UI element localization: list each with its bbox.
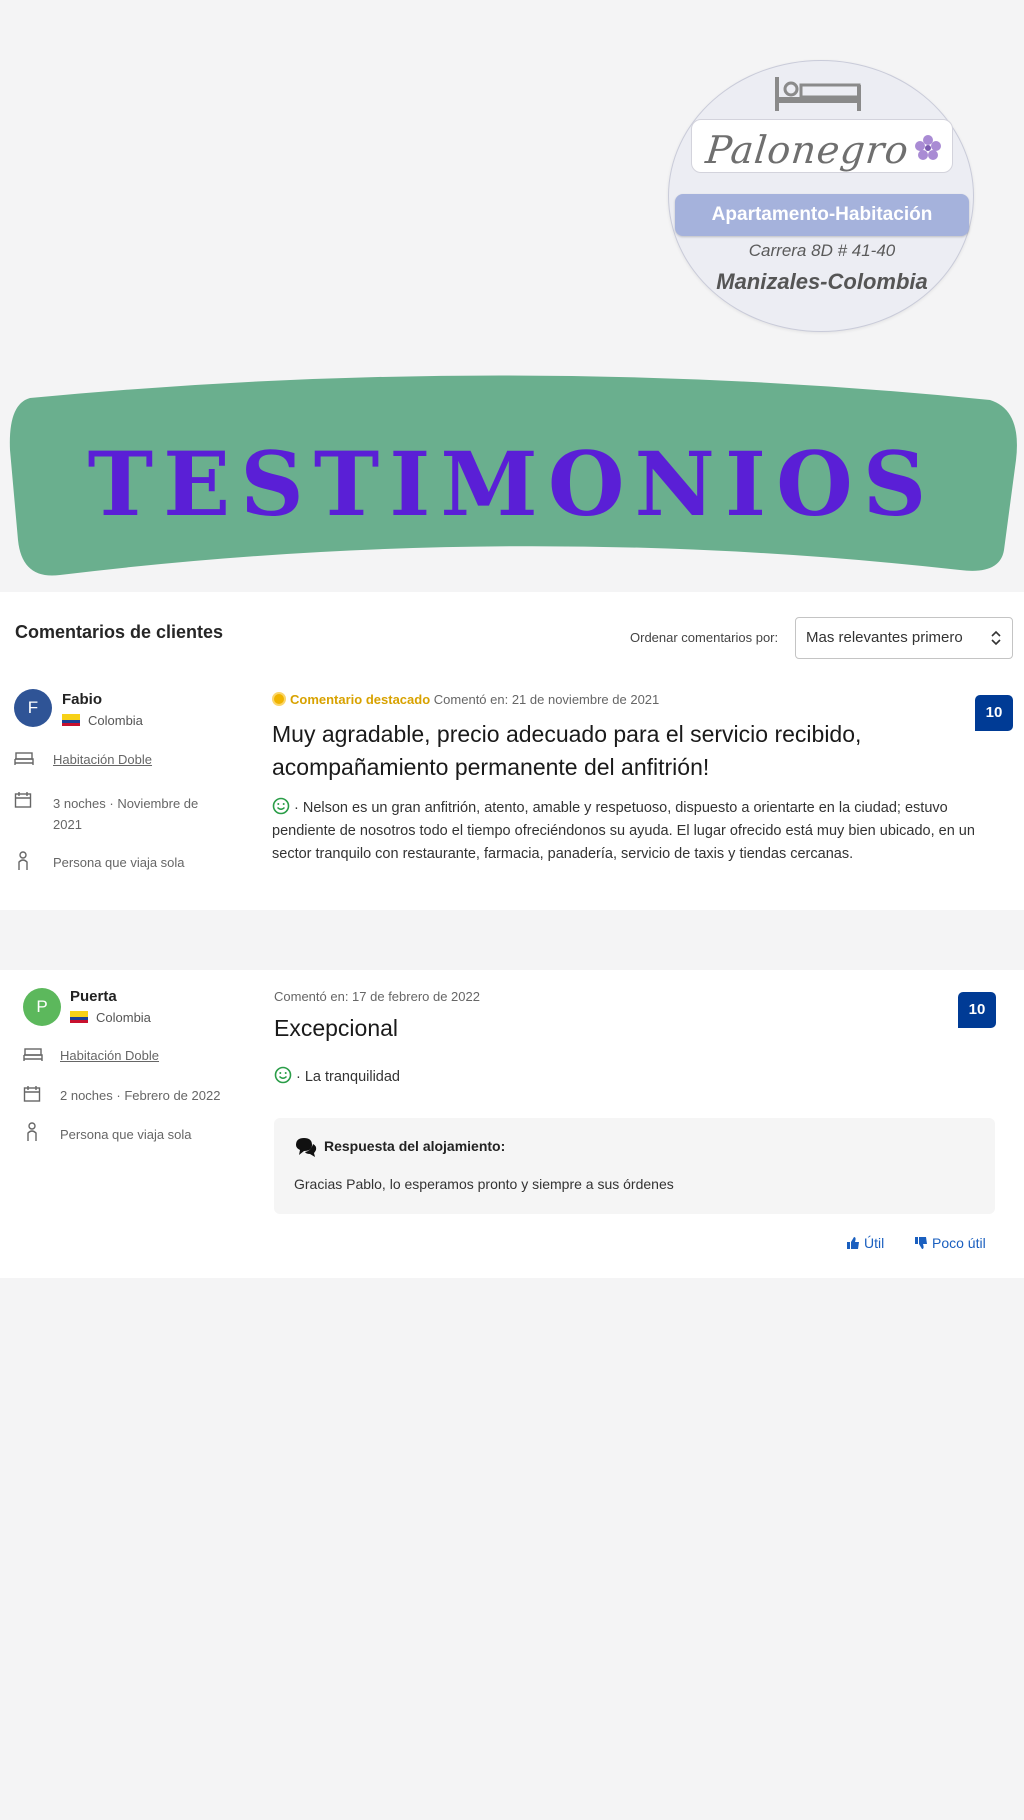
- person-icon: [27, 1122, 37, 1141]
- review-body: · La tranquilidad: [274, 1066, 400, 1089]
- room-type-link[interactable]: Habitación Doble: [53, 749, 152, 770]
- review-country: Colombia: [62, 713, 143, 728]
- review-body: · Nelson es un gran anfitrión, atento, a…: [272, 797, 1012, 866]
- not-helpful-button[interactable]: Poco útil: [914, 1235, 986, 1251]
- review-author: Puerta: [70, 988, 117, 1005]
- helpful-button[interactable]: Útil: [846, 1235, 884, 1251]
- avatar: P: [23, 988, 61, 1026]
- stay-info: 3 noches · Noviembre de 2021: [53, 796, 199, 832]
- review-body-text: · La tranquilidad: [296, 1069, 400, 1085]
- host-response: Respuesta del alojamiento: Gracias Pablo…: [274, 1118, 995, 1214]
- bed-icon: [775, 77, 861, 111]
- calendar-icon: [14, 792, 32, 808]
- star-badge-icon: [272, 692, 286, 706]
- response-heading: Respuesta del alojamiento:: [324, 1138, 506, 1154]
- not-helpful-label: Poco útil: [932, 1235, 986, 1251]
- review-title: Muy agradable, precio adecuado para el s…: [272, 721, 862, 780]
- thumbs-up-icon: [847, 1237, 859, 1249]
- smile-icon: [274, 1066, 292, 1084]
- sort-select[interactable]: Mas relevantes primero: [795, 617, 1013, 659]
- review-title: Excepcional: [274, 1015, 399, 1041]
- section-title: Comentarios de clientes: [15, 622, 224, 642]
- banner-title: TESTIMONIOS: [87, 432, 937, 536]
- review-country: Colombia: [70, 1010, 151, 1025]
- avatar: F: [14, 689, 52, 727]
- room-type-link[interactable]: Habitación Doble: [60, 1045, 159, 1066]
- score-badge: 10: [958, 992, 996, 1028]
- logo-address: Carrera 8D # 41-40: [748, 241, 896, 260]
- colombia-flag-icon: [62, 714, 80, 726]
- logo-name-banner: Palonegro: [691, 119, 953, 173]
- logo-subtitle: Apartamento-Habitación: [675, 194, 969, 236]
- featured-label: Comentario destacado: [290, 692, 431, 707]
- review-card: P Puerta Colombia Habitación Doble 2 noc…: [0, 970, 1024, 1278]
- person-icon: [18, 851, 28, 870]
- review-body-text: · Nelson es un gran anfitrión, atento, a…: [272, 800, 975, 862]
- smile-icon: [272, 797, 290, 815]
- review-meta-line: Comentario destacado Comentó en: 21 de n…: [272, 692, 659, 707]
- review-author: Fabio: [62, 691, 102, 708]
- sort-label: Ordenar comentarios por:: [630, 630, 779, 645]
- stay-info: 2 noches · Febrero de 2022: [60, 1088, 221, 1103]
- colombia-flag-icon: [70, 1011, 88, 1023]
- palonegro-logo: Palonegro Apartamento-Habitación Carrera…: [668, 60, 974, 332]
- traveler-type: Persona que viaja sola: [53, 855, 185, 870]
- testimonios-banner: TESTIMONIOS: [0, 370, 1024, 590]
- review-date: Comentó en: 21 de noviembre de 2021: [433, 692, 660, 707]
- thumbs-down-icon: [915, 1237, 927, 1249]
- chat-bubbles-icon: [296, 1138, 317, 1157]
- chevron-updown-icon: [991, 630, 1001, 646]
- helpful-label: Útil: [864, 1235, 885, 1251]
- review-card: Comentarios de clientes Ordenar comentar…: [0, 592, 1024, 910]
- bed-icon: [23, 1048, 43, 1061]
- bed-icon: [14, 752, 34, 765]
- score-badge: 10: [975, 695, 1013, 731]
- sort-select-value: Mas relevantes primero: [806, 629, 963, 646]
- response-text: Gracias Pablo, lo esperamos pronto y sie…: [294, 1176, 674, 1192]
- flower-icon: [915, 135, 941, 160]
- traveler-type: Persona que viaja sola: [60, 1127, 192, 1142]
- review-date: Comentó en: 17 de febrero de 2022: [274, 989, 480, 1004]
- logo-city: Manizales-Colombia: [716, 269, 928, 294]
- review-country-label: Colombia: [96, 1010, 151, 1025]
- review-country-label: Colombia: [88, 713, 143, 728]
- calendar-icon: [23, 1086, 41, 1102]
- logo-name: Palonegro: [703, 128, 912, 172]
